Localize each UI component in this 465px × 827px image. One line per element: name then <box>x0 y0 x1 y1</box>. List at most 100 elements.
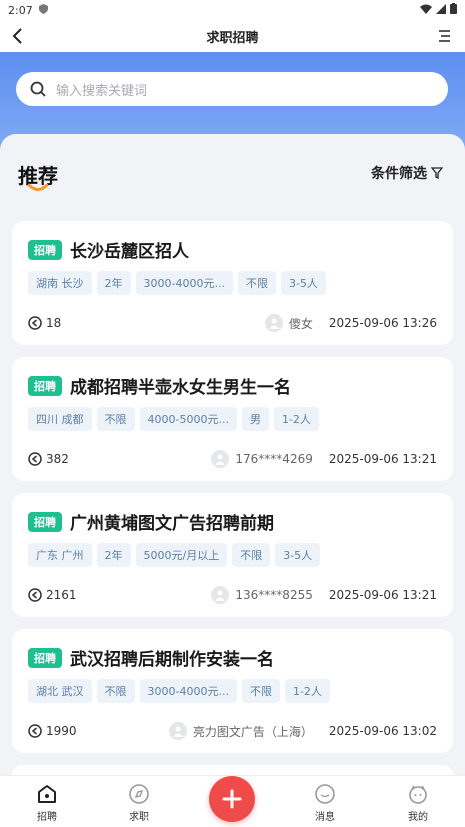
eye-icon <box>28 452 42 466</box>
author-name: 傻女 <box>288 316 313 331</box>
eye-icon <box>28 316 42 330</box>
avatar <box>211 586 230 604</box>
tab-messages[interactable]: 消息 <box>295 782 355 823</box>
avatar <box>264 314 283 332</box>
tag-experience: 不限 <box>96 679 135 703</box>
card-meta: 2161 136****8255 2025-09-06 13:21 <box>28 585 437 605</box>
home-icon <box>35 782 59 806</box>
tag-headcount: 3-5人 <box>275 543 321 567</box>
card-title: 长沙岳麓区招人 <box>70 242 189 262</box>
tag-headcount: 1-2人 <box>284 679 330 703</box>
card-header: 招聘 武汉招聘后期制作安装一名 <box>28 645 274 670</box>
tag-location: 广东 广州 <box>28 543 92 567</box>
search-icon <box>30 81 46 97</box>
post-date: 2025-09-06 13:02 <box>328 724 437 738</box>
tag-gender: 不限 <box>237 271 276 295</box>
chat-icon <box>313 782 337 806</box>
card-title: 武汉招聘后期制作安装一名 <box>70 650 274 670</box>
user-icon <box>268 318 279 329</box>
job-card-partial <box>12 765 453 775</box>
filter-label: 条件筛选 <box>371 166 427 182</box>
views-value: 382 <box>46 452 69 466</box>
plus-icon <box>222 789 242 809</box>
views-value: 1990 <box>46 724 77 738</box>
eye-icon <box>28 588 42 602</box>
card-meta: 18 傻女 2025-09-06 13:26 <box>28 313 437 333</box>
tag-list: 广东 广州 2年 5000元/月以上 不限 3-5人 <box>28 543 321 567</box>
tab-label: 我的 <box>408 812 428 823</box>
tab-jobseek[interactable]: 求职 <box>109 782 169 823</box>
views-count: 2161 <box>28 588 77 602</box>
tag-location: 湖南 长沙 <box>28 271 92 295</box>
tag-salary: 5000元/月以上 <box>135 543 228 567</box>
user-icon <box>215 590 226 601</box>
tag-headcount: 3-5人 <box>280 271 326 295</box>
search-placeholder: 输入搜索关键词 <box>56 83 148 99</box>
views-count: 382 <box>28 452 69 466</box>
tag-gender: 不限 <box>241 679 280 703</box>
type-badge: 招聘 <box>28 511 62 532</box>
post-date: 2025-09-06 13:21 <box>328 588 437 602</box>
job-card[interactable]: 招聘 武汉招聘后期制作安装一名 湖北 武汉 不限 3000-4000元... 不… <box>12 629 453 753</box>
tag-location: 四川 成都 <box>28 407 92 431</box>
user-icon <box>172 726 183 737</box>
funnel-icon <box>431 167 443 179</box>
tab-label: 招聘 <box>37 812 57 823</box>
tag-list: 湖南 长沙 2年 3000-4000元... 不限 3-5人 <box>28 271 326 295</box>
back-button[interactable] <box>8 26 28 46</box>
search-input[interactable]: 输入搜索关键词 <box>16 72 448 106</box>
views-value: 18 <box>46 316 62 330</box>
tab-recruit[interactable]: 招聘 <box>17 782 77 823</box>
job-card[interactable]: 招聘 成都招聘半壶水女生男生一名 四川 成都 不限 4000-5000元... … <box>12 357 453 481</box>
type-badge: 招聘 <box>28 647 62 668</box>
card-header: 招聘 广州黄埔图文广告招聘前期 <box>28 509 274 534</box>
tab-profile[interactable]: 我的 <box>388 782 448 823</box>
status-time: 2:07 <box>8 3 33 17</box>
user-icon <box>406 782 430 806</box>
tag-location: 湖北 武汉 <box>28 679 92 703</box>
tab-label: 求职 <box>129 812 149 823</box>
avatar <box>211 450 230 468</box>
card-meta: 382 176****4269 2025-09-06 13:21 <box>28 449 437 469</box>
post-date: 2025-09-06 13:21 <box>328 452 437 466</box>
menu-icon <box>439 30 450 42</box>
nav-bar: 求职招聘 <box>0 20 465 52</box>
post-date: 2025-09-06 13:26 <box>328 316 437 330</box>
card-title: 广州黄埔图文广告招聘前期 <box>70 514 274 534</box>
user-icon <box>215 454 226 465</box>
tag-experience: 2年 <box>96 271 131 295</box>
tag-gender: 不限 <box>232 543 271 567</box>
job-card[interactable]: 招聘 广州黄埔图文广告招聘前期 广东 广州 2年 5000元/月以上 不限 3-… <box>12 493 453 617</box>
shield-icon <box>38 3 48 17</box>
job-card[interactable]: 招聘 长沙岳麓区招人 湖南 长沙 2年 3000-4000元... 不限 3-5… <box>12 221 453 345</box>
wifi-icon <box>420 4 432 17</box>
card-header: 招聘 成都招聘半壶水女生男生一名 <box>28 373 291 398</box>
author-name: 136****8255 <box>235 588 313 602</box>
filter-button[interactable]: 条件筛选 <box>371 163 443 183</box>
signal-icon <box>436 3 446 17</box>
views-count: 18 <box>28 316 61 330</box>
author-name: 亮力图文广告（上海） <box>192 724 313 739</box>
type-badge: 招聘 <box>28 239 62 260</box>
menu-button[interactable] <box>435 26 455 46</box>
type-badge: 招聘 <box>28 375 62 396</box>
card-header: 招聘 长沙岳麓区招人 <box>28 237 189 262</box>
tag-list: 湖北 武汉 不限 3000-4000元... 不限 1-2人 <box>28 679 330 703</box>
eye-icon <box>28 724 42 738</box>
views-count: 1990 <box>28 724 77 738</box>
avatar <box>168 722 187 740</box>
add-post-button[interactable] <box>209 776 255 822</box>
tab-label: 消息 <box>315 812 335 823</box>
tag-salary: 3000-4000元... <box>139 679 237 703</box>
page-title: 求职招聘 <box>206 30 259 46</box>
compass-icon <box>127 782 151 806</box>
smile-underline-icon <box>28 184 48 191</box>
battery-icon <box>450 3 457 17</box>
card-title: 成都招聘半壶水女生男生一名 <box>70 378 291 398</box>
chevron-left-icon <box>12 28 22 44</box>
views-value: 2161 <box>46 588 77 602</box>
tag-salary: 4000-5000元... <box>139 407 237 431</box>
tag-experience: 不限 <box>96 407 135 431</box>
tag-headcount: 1-2人 <box>273 407 319 431</box>
card-meta: 1990 亮力图文广告（上海） 2025-09-06 13:02 <box>28 721 437 741</box>
